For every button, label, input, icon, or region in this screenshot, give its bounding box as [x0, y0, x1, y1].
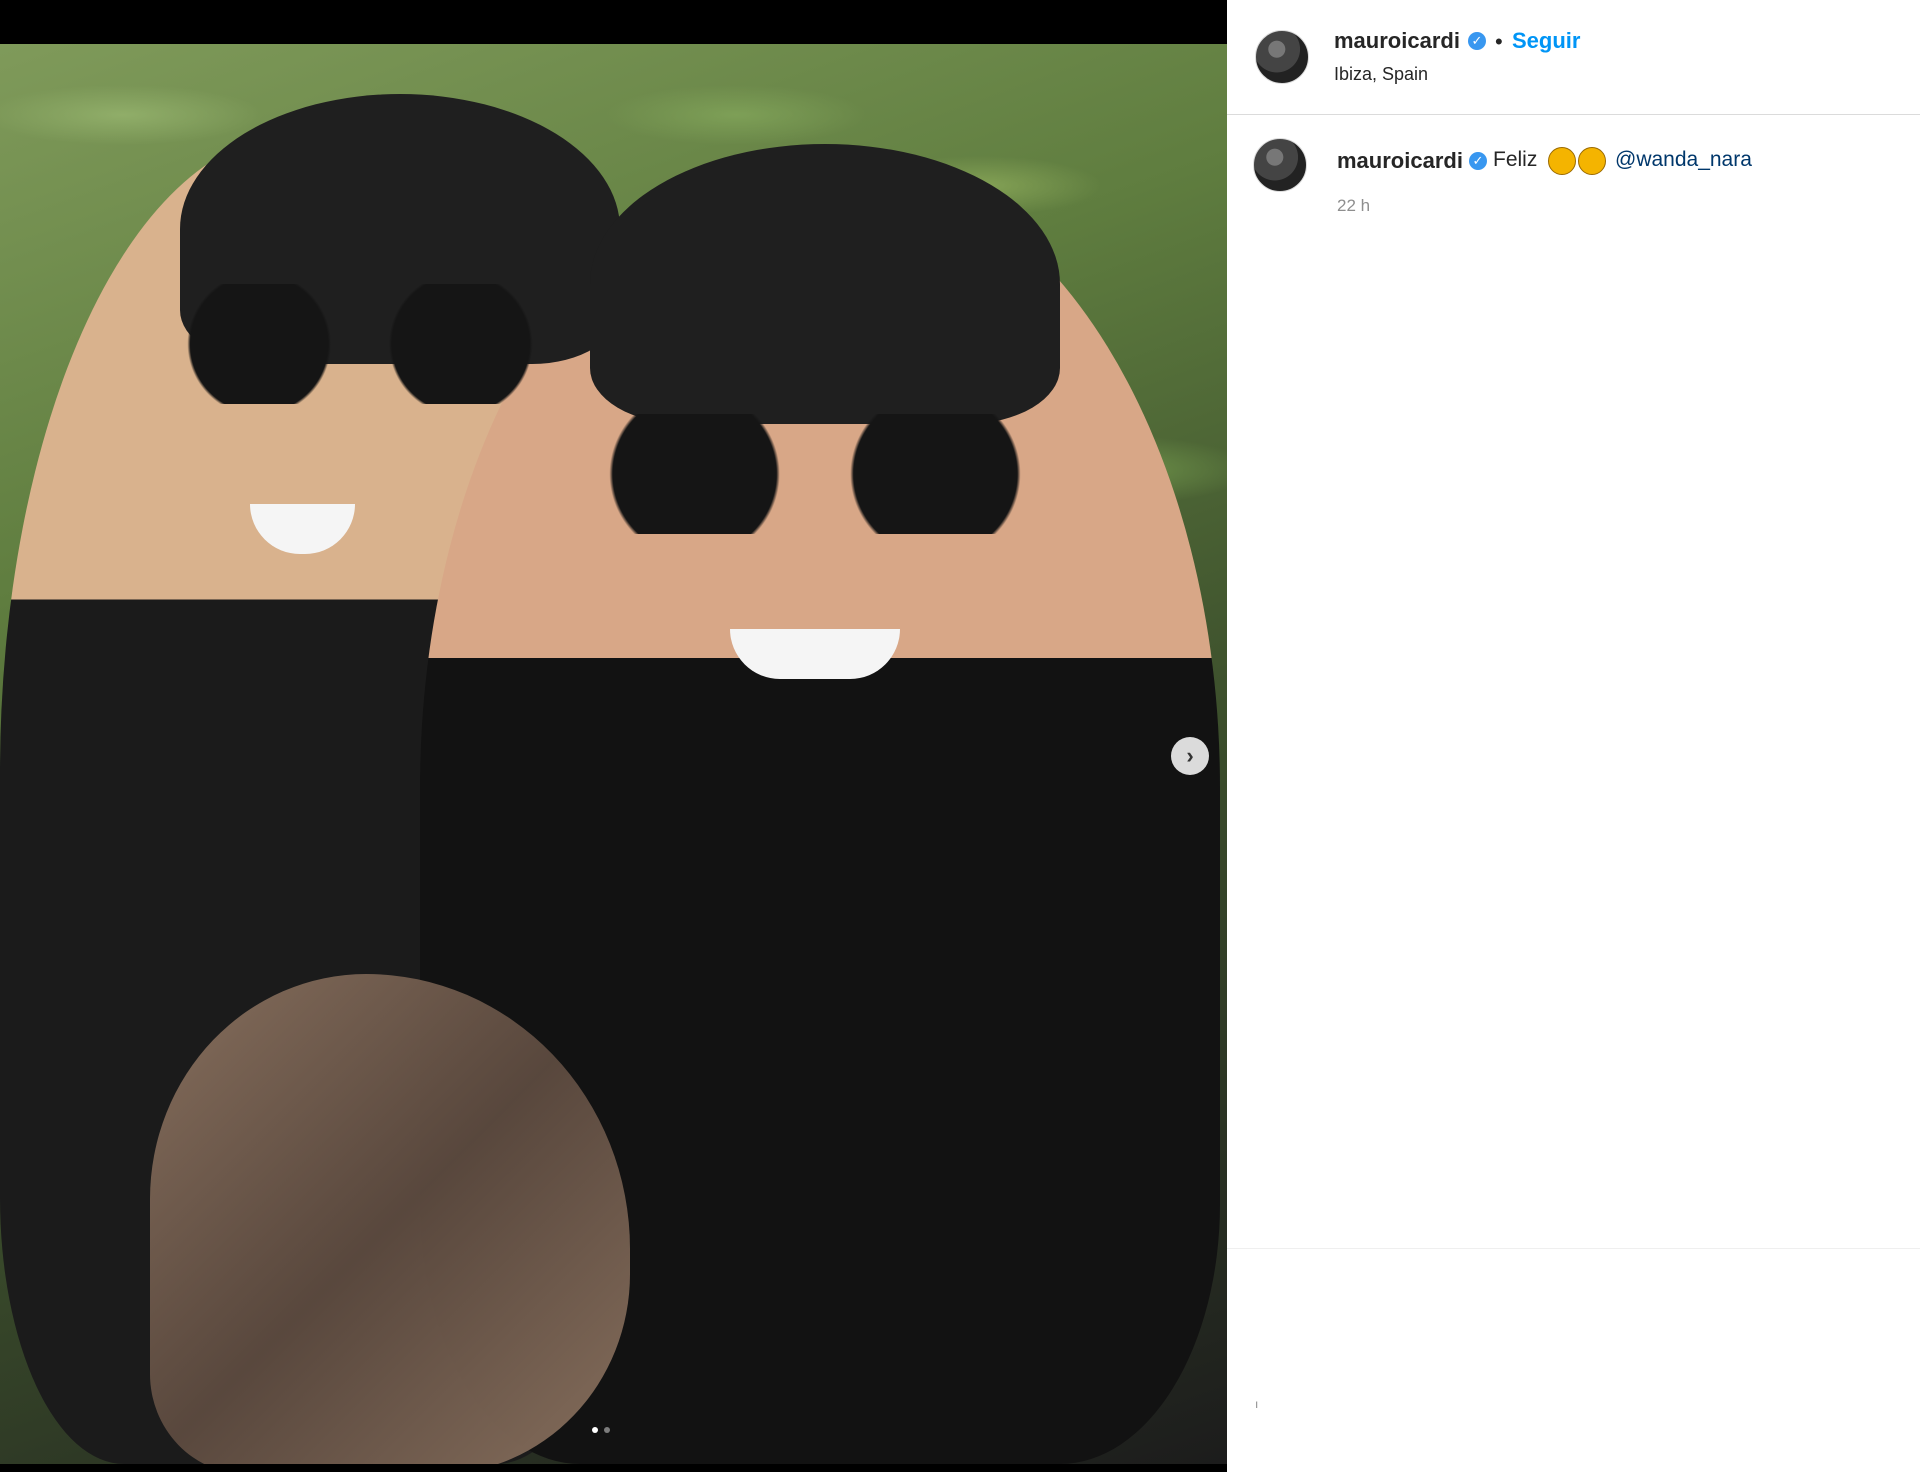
post-side-panel: mauroicardi ✓ • Seguir Ibiza, Spain maur… — [1227, 0, 1920, 1472]
caption-row: mauroicardi ✓ Feliz @wanda_nara 22 h — [1227, 136, 1920, 226]
caption-avatar[interactable] — [1253, 138, 1307, 192]
follow-button[interactable]: Seguir — [1512, 28, 1580, 54]
carousel-dot-active — [592, 1427, 598, 1433]
winking-tongue-face-icon — [1578, 147, 1606, 175]
right-sunglasses — [600, 414, 1030, 534]
header-separator: • — [1495, 29, 1503, 54]
caption-username-link[interactable]: mauroicardi — [1337, 148, 1463, 174]
carousel-dot — [604, 1427, 610, 1433]
grinning-face-icon — [1548, 147, 1576, 175]
carousel-dots — [592, 1427, 610, 1433]
verified-badge-icon: ✓ — [1469, 152, 1487, 170]
post-time: 22 h — [1337, 196, 1371, 215]
verified-badge-icon: ✓ — [1468, 32, 1486, 50]
right-smile — [730, 629, 900, 679]
footer-divider — [1227, 1248, 1920, 1249]
mention-link[interactable]: @wanda_nara — [1615, 148, 1752, 172]
avatar[interactable] — [1255, 30, 1309, 84]
location-link[interactable]: Ibiza, Spain — [1334, 64, 1428, 85]
footer-mark: ı — [1255, 1397, 1259, 1411]
carousel-next-button[interactable]: › — [1171, 737, 1209, 775]
right-cap — [590, 144, 1060, 424]
chevron-right-icon: › — [1186, 743, 1194, 768]
post-media: › — [0, 0, 1227, 1472]
header-username-link[interactable]: mauroicardi — [1334, 28, 1460, 54]
caption-text: Feliz — [1493, 148, 1538, 171]
post-header: mauroicardi ✓ • Seguir Ibiza, Spain — [1227, 0, 1920, 115]
post-photo — [0, 44, 1227, 1464]
left-sunglasses — [180, 284, 540, 404]
